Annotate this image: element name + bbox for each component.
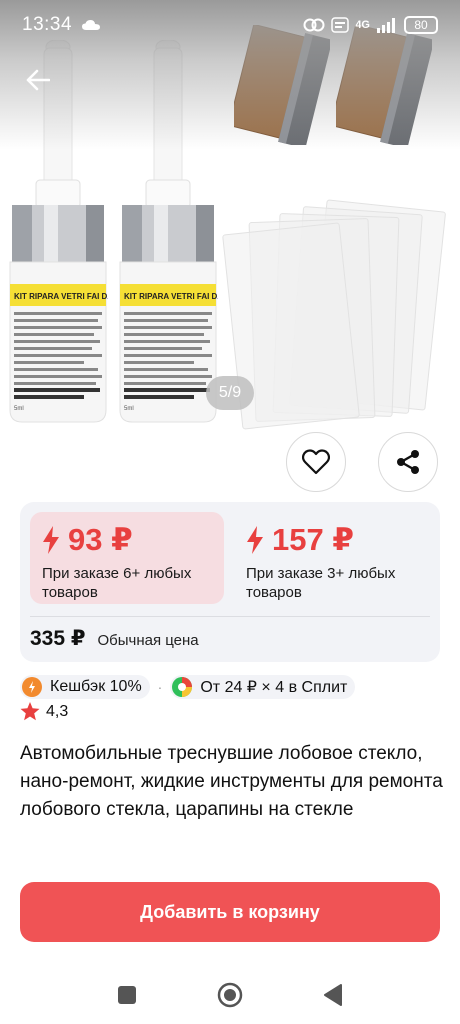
triangle-back-icon <box>324 984 342 1006</box>
rating-value: 4,3 <box>46 702 69 720</box>
alarm-link-icon <box>303 18 325 32</box>
product-rating[interactable]: 4,3 <box>20 702 68 721</box>
price-tier-6plus[interactable]: 93 ₽ При заказе 6+ любых товаров <box>30 512 224 604</box>
tier-price: 157 ₽ <box>272 522 354 557</box>
bottle-label: KIT RIPARA VETRI FAI DA TE <box>14 292 108 301</box>
share-icon <box>397 450 419 474</box>
promo-chips: Кешбэк 10% · От 24 ₽ × 4 в Сплит <box>20 675 356 699</box>
regular-price-row: 335 ₽ Обычная цена <box>30 626 199 651</box>
back-button[interactable] <box>18 60 58 100</box>
cloud-icon <box>82 20 101 30</box>
back-nav-button[interactable] <box>320 982 346 1008</box>
home-button[interactable] <box>217 982 243 1008</box>
cashback-icon <box>22 677 42 697</box>
price-tier-3plus[interactable]: 157 ₽ При заказе 3+ любых товаров <box>234 512 434 604</box>
favorite-button[interactable] <box>286 432 346 492</box>
share-button[interactable] <box>378 432 438 492</box>
recents-button[interactable] <box>114 982 140 1008</box>
price-divider <box>30 616 430 617</box>
status-indicators: 4G 80 <box>303 16 438 34</box>
regular-price: 335 ₽ <box>30 627 86 650</box>
status-bar: 13:34 4G 80 <box>0 0 460 50</box>
status-time: 13:34 <box>22 14 73 35</box>
circle-home-icon <box>217 982 243 1008</box>
volte-icon <box>331 17 350 33</box>
cashback-chip[interactable]: Кешбэк 10% <box>20 675 150 699</box>
product-image-gallery[interactable]: KIT RIPARA VETRI FAI DA TE 5ml KIT RIPAR… <box>0 0 460 440</box>
add-to-cart-button[interactable]: Добавить в корзину <box>20 882 440 942</box>
heart-icon <box>302 449 330 475</box>
price-tiers-card: 93 ₽ При заказе 6+ любых товаров 157 ₽ П… <box>20 502 440 662</box>
split-chip[interactable]: От 24 ₽ × 4 в Сплит <box>170 675 356 699</box>
battery-icon: 80 <box>404 16 438 34</box>
cashback-text: Кешбэк 10% <box>50 678 142 695</box>
regular-price-label: Обычная цена <box>97 632 199 649</box>
bottle-label: KIT RIPARA VETRI FAI DA TE <box>124 292 218 301</box>
star-icon <box>20 702 40 721</box>
tier-condition: При заказе 6+ любых товаров <box>42 565 192 601</box>
bottle-volume: 5ml <box>14 406 24 412</box>
lightning-icon <box>43 526 59 554</box>
tier-price: 93 ₽ <box>68 522 133 557</box>
arrow-left-icon <box>26 69 50 91</box>
network-type: 4G <box>355 19 370 31</box>
bottle-volume: 5ml <box>124 406 134 412</box>
gallery-page-counter: 5/9 <box>206 376 254 410</box>
signal-icon <box>377 18 395 33</box>
chip-separator: · <box>157 679 163 695</box>
split-text: От 24 ₽ × 4 в Сплит <box>200 679 348 696</box>
tier-condition: При заказе 3+ любых товаров <box>246 565 396 601</box>
square-icon <box>118 986 136 1004</box>
battery-level: 80 <box>414 18 428 32</box>
product-title: Автомобильные треснувшие лобовое стекло,… <box>20 743 443 820</box>
lightning-icon <box>247 526 263 554</box>
split-icon <box>172 677 193 697</box>
system-navigation-bar <box>0 968 460 1024</box>
